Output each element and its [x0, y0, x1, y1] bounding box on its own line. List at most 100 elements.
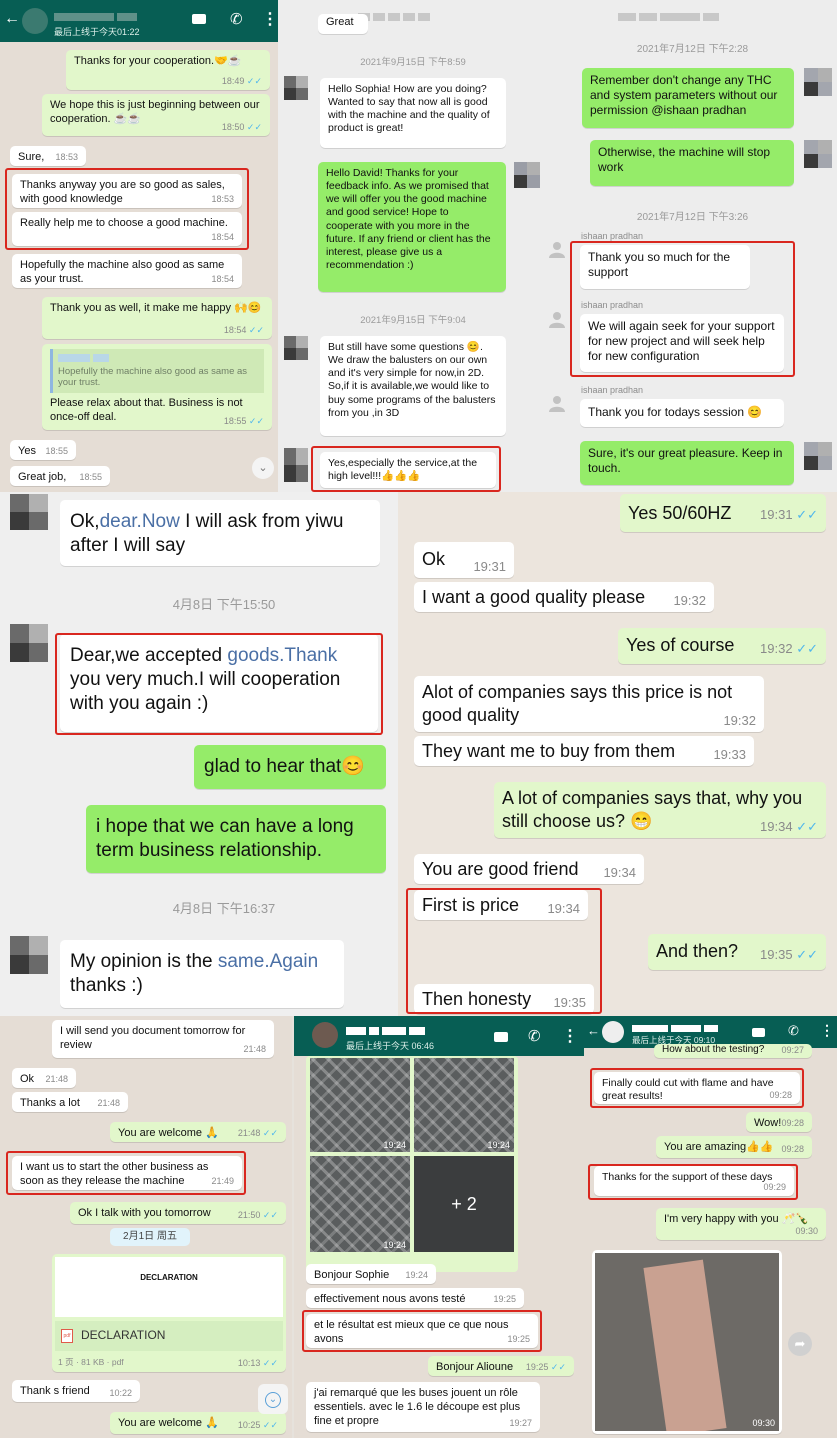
message-text: A lot of companies says that, why you st… [502, 788, 803, 831]
message-incoming[interactable]: Thanks a lot 21:48 [12, 1092, 128, 1112]
message-incoming[interactable]: Thank you for todays session 😊 [580, 399, 784, 427]
message-text: Hello Sophia! How are you doing? Wanted … [328, 83, 490, 135]
chat-panel-6: I will send you document tomorrow for re… [0, 1016, 292, 1438]
avatar[interactable] [10, 494, 48, 530]
more-options-icon[interactable]: ⋮ [262, 9, 278, 29]
forward-icon[interactable]: ➦ [788, 1332, 812, 1356]
message-incoming[interactable]: I will send you document tomorrow for re… [52, 1020, 274, 1058]
avatar[interactable] [602, 1021, 624, 1043]
photo-more[interactable]: + 2 [414, 1156, 514, 1252]
message-outgoing[interactable]: Yes of course 19:32 ✓✓ [618, 628, 826, 664]
message-link[interactable]: dear.Now [100, 511, 180, 532]
message-incoming[interactable]: Yes 18:55 [10, 440, 76, 460]
phone-icon[interactable]: ✆ [788, 1023, 799, 1039]
photo-thumbnail[interactable]: 19:24 [310, 1156, 410, 1252]
message-outgoing[interactable]: Ok I talk with you tomorrow 21:50 ✓✓ [70, 1202, 286, 1224]
message-incoming[interactable]: They want me to buy from them 19:33 [414, 736, 754, 766]
message-outgoing[interactable]: glad to hear that😊 [194, 745, 386, 789]
message-outgoing[interactable]: Remember don't change any THC and system… [582, 68, 794, 128]
user-avatar-icon[interactable] [548, 310, 566, 328]
user-avatar-icon[interactable] [548, 394, 566, 412]
message-time: 19:24 [405, 1269, 428, 1280]
message-text: I want a good quality please [422, 587, 646, 607]
message-incoming[interactable]: Ok 19:31 [414, 542, 514, 578]
phone-icon[interactable]: ✆ [230, 10, 243, 28]
video-call-icon[interactable] [192, 14, 206, 24]
phone-icon[interactable]: ✆ [528, 1027, 541, 1045]
avatar[interactable] [312, 1022, 338, 1048]
scroll-down-button[interactable]: ⌄ [252, 457, 274, 479]
message-incoming[interactable]: Ok 21:48 [12, 1068, 76, 1088]
avatar[interactable] [284, 76, 308, 100]
avatar[interactable] [284, 448, 308, 482]
message-outgoing[interactable]: Otherwise, the machine will stop work [590, 140, 794, 186]
photo-thumbnail[interactable]: 09:30 [595, 1253, 779, 1431]
message-outgoing[interactable]: You are welcome 🙏 10:25 ✓✓ [110, 1412, 286, 1434]
more-options-icon[interactable]: ⋮ [562, 1026, 578, 1046]
more-options-icon[interactable]: ⋮ [820, 1022, 834, 1039]
message-time: 19:32 [673, 592, 706, 608]
photo-thumbnail[interactable]: 19:24 [414, 1058, 514, 1152]
date-chip: 2月1日 周五 [110, 1228, 190, 1246]
message-outgoing[interactable]: How about the testing? 09:27 [654, 1044, 812, 1058]
message-outgoing[interactable]: I'm very happy with you 🥂🍾 09:30 [656, 1208, 826, 1240]
message-outgoing[interactable]: Thank you as well, it make me happy 🙌😊 18… [42, 297, 272, 339]
document-message[interactable]: DECLARATION pdf DECLARATION 1 页 · 81 KB … [52, 1254, 286, 1372]
scroll-down-button[interactable]: ⌄ [258, 1384, 288, 1414]
message-outgoing[interactable]: Wow! 09:28 [746, 1112, 812, 1132]
message-outgoing[interactable]: Yes 50/60HZ 19:31 ✓✓ [620, 494, 826, 532]
message-outgoing[interactable]: You are welcome 🙏 21:48 ✓✓ [110, 1122, 286, 1142]
message-time: 18:55 ✓✓ [223, 415, 264, 426]
back-arrow-icon[interactable]: ← [587, 1023, 600, 1038]
message-outgoing[interactable]: Thanks for your cooperation.🤝☕ 18:49 ✓✓ [66, 50, 270, 90]
message-incoming[interactable]: Bonjour Sophie 19:24 [306, 1264, 436, 1284]
message-incoming[interactable]: Great job, 18:55 [10, 466, 110, 486]
avatar[interactable] [22, 8, 48, 34]
message-incoming[interactable]: effectivement nous avons testé 19:25 [306, 1288, 524, 1308]
message-incoming[interactable]: I want a good quality please 19:32 [414, 582, 714, 612]
avatar[interactable] [284, 336, 308, 360]
message-incoming[interactable]: But still have some questions 😊. We draw… [320, 336, 506, 436]
quoted-message[interactable]: Hopefully the machine also good as same … [50, 349, 264, 393]
message-outgoing[interactable]: Hello David! Thanks for your feedback in… [318, 162, 506, 292]
message-text: You are welcome 🙏 [118, 1127, 219, 1139]
message-incoming[interactable]: Sure, 18:53 [10, 146, 86, 166]
video-call-icon[interactable] [494, 1032, 508, 1042]
message-incoming[interactable]: Hopefully the machine also good as same … [12, 254, 242, 288]
chat-header: ← 最后上线于今天01:22 ✆ ⋮ [0, 0, 278, 42]
photo-thumbnail[interactable]: 19:24 [310, 1058, 410, 1152]
message-outgoing[interactable]: Bonjour Alioune 19:25 ✓✓ [428, 1356, 574, 1376]
avatar[interactable] [804, 140, 832, 168]
photo-album[interactable]: 19:24 19:24 19:24 + 2 [306, 1056, 518, 1272]
back-arrow-icon[interactable]: ← [4, 10, 20, 28]
message-incoming[interactable]: Thank s friend 10:22 [12, 1380, 140, 1402]
avatar[interactable] [10, 936, 48, 974]
highlight-box [302, 1310, 542, 1352]
message-incoming[interactable]: My opinion is the same.Again thanks :) [60, 940, 344, 1008]
message-text: And then? [656, 941, 739, 961]
message-incoming[interactable]: You are good friend 19:34 [414, 854, 644, 884]
message-incoming[interactable]: Alot of companies says this price is not… [414, 676, 764, 732]
message-outgoing[interactable]: You are amazing👍👍 09:28 [656, 1136, 812, 1158]
message-outgoing-reply[interactable]: Hopefully the machine also good as same … [42, 344, 272, 430]
video-call-icon[interactable] [752, 1028, 765, 1037]
message-incoming[interactable]: j'ai remarqué que les buses jouent un rô… [306, 1382, 540, 1432]
message-outgoing[interactable]: And then? 19:35 ✓✓ [648, 934, 826, 970]
message-incoming[interactable]: Great [318, 14, 368, 34]
avatar[interactable] [804, 68, 832, 96]
message-link[interactable]: same.Again [218, 951, 318, 972]
message-outgoing[interactable]: We hope this is just beginning between o… [42, 94, 270, 136]
user-avatar-icon[interactable] [548, 240, 566, 258]
document-file-row[interactable]: pdf DECLARATION [55, 1321, 283, 1351]
message-outgoing[interactable]: Sure, it's our great pleasure. Keep in t… [580, 441, 794, 485]
message-outgoing[interactable]: A lot of companies says that, why you st… [494, 782, 826, 838]
message-incoming[interactable]: Ok,dear.Now I will ask from yiwu after I… [60, 500, 380, 566]
avatar[interactable] [804, 442, 832, 470]
avatar[interactable] [10, 624, 48, 662]
avatar[interactable] [514, 162, 540, 188]
message-text: j'ai remarqué que les buses jouent un rô… [314, 1387, 521, 1427]
photo-message[interactable]: 09:30 [592, 1250, 782, 1434]
document-preview[interactable]: DECLARATION [55, 1257, 283, 1317]
message-incoming[interactable]: Hello Sophia! How are you doing? Wanted … [320, 78, 506, 148]
message-outgoing[interactable]: i hope that we can have a long term busi… [86, 805, 386, 873]
